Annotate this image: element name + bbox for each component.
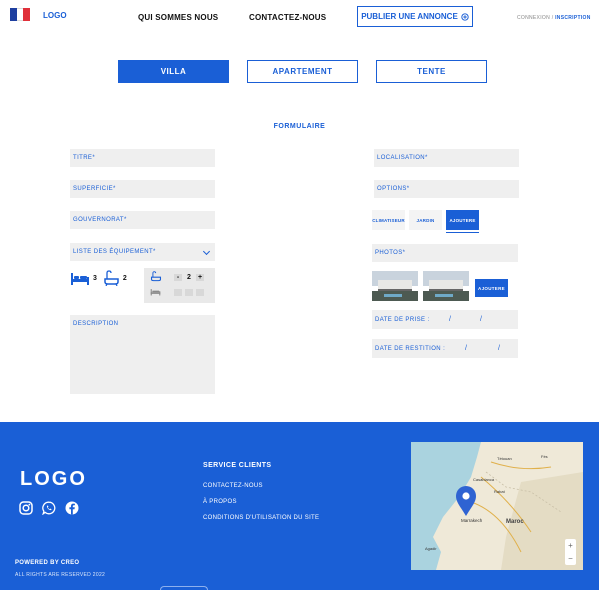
stepper-value: 2: [187, 274, 191, 281]
add-photo-button[interactable]: AJOUTERE: [475, 279, 508, 297]
equipment-summary: 3 2: [70, 270, 133, 286]
stepper-plus-button-disabled[interactable]: [196, 289, 204, 296]
location-map[interactable]: Tétouan Fès Casablanca Rabat Marrakech M…: [411, 442, 583, 570]
map-label-fes: Fès: [541, 454, 548, 459]
gouvernorat-field[interactable]: GOUVERNORAT*: [70, 211, 215, 229]
gouvernorat-label: GOUVERNORAT*: [73, 217, 127, 223]
map-label-agadir: Agadir: [425, 546, 437, 551]
map-label-maroc: Maroc: [506, 519, 524, 525]
zoom-in-button[interactable]: +: [568, 541, 573, 550]
footer-link-terms[interactable]: CONDITIONS D'UTILISATION DU SITE: [203, 515, 319, 521]
service-clients-heading: SERVICE CLIENTS: [203, 462, 272, 469]
stepper-minus-button-disabled[interactable]: [174, 289, 182, 296]
bathtub-icon: [104, 270, 119, 286]
photo-thumbnail[interactable]: [423, 271, 469, 301]
bed-icon: [71, 272, 89, 285]
publish-listing-label: PUBLIER UNE ANNONCE: [361, 12, 458, 21]
photo-pool: [435, 294, 453, 297]
tab-apartement[interactable]: APARTEMENT: [247, 60, 358, 83]
copyright-text: ALL RIGHTS ARE RESERVED 2022: [15, 572, 106, 578]
photo-thumbnail[interactable]: [372, 271, 418, 301]
facebook-icon[interactable]: [65, 501, 79, 515]
flag-stripe-red: [23, 8, 31, 21]
header-logo[interactable]: LOGO: [43, 11, 67, 20]
equipment-select[interactable]: LISTE DES ÉQUIPEMENT*: [70, 243, 215, 261]
localisation-field[interactable]: LOCALISATION*: [374, 149, 519, 167]
footer: LOGO SERVICE CLIENTS CONTACTEZ-NOUS À PR…: [0, 422, 599, 590]
option-chip-climatiseur[interactable]: CLIMATISEUR: [372, 210, 405, 230]
description-textarea[interactable]: DESCRIPTION: [70, 315, 215, 394]
stepper-value-disabled: [185, 289, 193, 296]
footer-logo[interactable]: LOGO: [20, 468, 87, 491]
photos-label: PHOTOS*: [375, 250, 406, 256]
date-prise-label: DATE DE PRISE :: [375, 316, 430, 323]
language-flag-icon[interactable]: [10, 8, 31, 21]
auth-separator: /: [551, 15, 554, 21]
titre-label: TITRE*: [73, 155, 96, 161]
map-label-rabat: Rabat: [494, 489, 505, 494]
nav-link-contact[interactable]: CONTACTEZ-NOUS: [249, 13, 326, 22]
superficie-label: SUPERFICIE*: [73, 186, 116, 192]
scroll-top-tab[interactable]: [160, 586, 208, 590]
map-label-casablanca: Casablanca: [473, 477, 495, 482]
photo-house: [429, 280, 463, 291]
date-prise-field[interactable]: DATE DE PRISE : / /: [372, 310, 518, 329]
flag-stripe-blue: [10, 8, 17, 21]
tab-villa[interactable]: VILLA: [118, 60, 229, 83]
photos-field[interactable]: PHOTOS*: [372, 244, 518, 262]
date-separator: /: [498, 345, 501, 352]
stepper-plus-button[interactable]: +: [196, 274, 204, 281]
option-chip-add[interactable]: AJOUTERE: [446, 210, 479, 230]
map-zoom-controls: + −: [565, 539, 576, 565]
description-label: DESCRIPTION: [73, 321, 119, 327]
bed-count: 3: [93, 274, 97, 282]
publish-listing-button[interactable]: PUBLIER UNE ANNONCE: [357, 6, 473, 27]
options-field[interactable]: OPTIONS*: [374, 180, 519, 198]
powered-by: POWERED BY CREO: [15, 560, 80, 566]
stepper-minus-button[interactable]: -: [174, 274, 182, 281]
localisation-label: LOCALISATION*: [377, 155, 428, 161]
zoom-out-button[interactable]: −: [568, 554, 573, 563]
form-title: FORMULAIRE: [273, 123, 326, 130]
date-restition-field[interactable]: DATE DE RESTITION : / /: [372, 339, 518, 358]
footer-link-about[interactable]: À PROPOS: [203, 499, 237, 505]
options-label: OPTIONS*: [377, 186, 410, 192]
option-chip-jardin[interactable]: JARDIN: [409, 210, 442, 230]
auth-links: CONNEXION / INSCRIPTION: [517, 15, 591, 21]
chevron-down-icon: [202, 247, 211, 256]
flag-stripe-white: [16, 8, 24, 21]
footer-link-contact[interactable]: CONTACTEZ-NOUS: [203, 483, 263, 489]
bath-count: 2: [122, 274, 127, 282]
option-underline: [446, 232, 479, 233]
titre-field[interactable]: TITRE*: [70, 149, 215, 167]
register-link[interactable]: INSCRIPTION: [555, 15, 591, 21]
bathtub-icon: [150, 271, 162, 282]
map-label-marrakech: Marrakech: [461, 518, 483, 523]
map-label-tetouan: Tétouan: [497, 456, 512, 461]
equipment-stepper-panel: - 2 +: [144, 268, 215, 303]
date-restition-label: DATE DE RESTITION :: [375, 345, 446, 352]
date-separator: /: [480, 316, 483, 323]
instagram-icon[interactable]: [19, 501, 33, 515]
date-separator: /: [449, 316, 452, 323]
photo-pool: [384, 294, 402, 297]
login-link[interactable]: CONNEXION: [517, 15, 550, 21]
equipment-label: LISTE DES ÉQUIPEMENT*: [73, 249, 156, 255]
tab-tente[interactable]: TENTE: [376, 60, 487, 83]
photo-house: [378, 280, 412, 291]
whatsapp-icon[interactable]: [42, 501, 56, 515]
date-separator: /: [465, 345, 468, 352]
superficie-field[interactable]: SUPERFICIE*: [70, 180, 215, 198]
nav-link-about[interactable]: QUI SOMMES NOUS: [138, 13, 218, 22]
plus-circle-icon: [461, 12, 469, 21]
bed-icon: [150, 289, 161, 296]
